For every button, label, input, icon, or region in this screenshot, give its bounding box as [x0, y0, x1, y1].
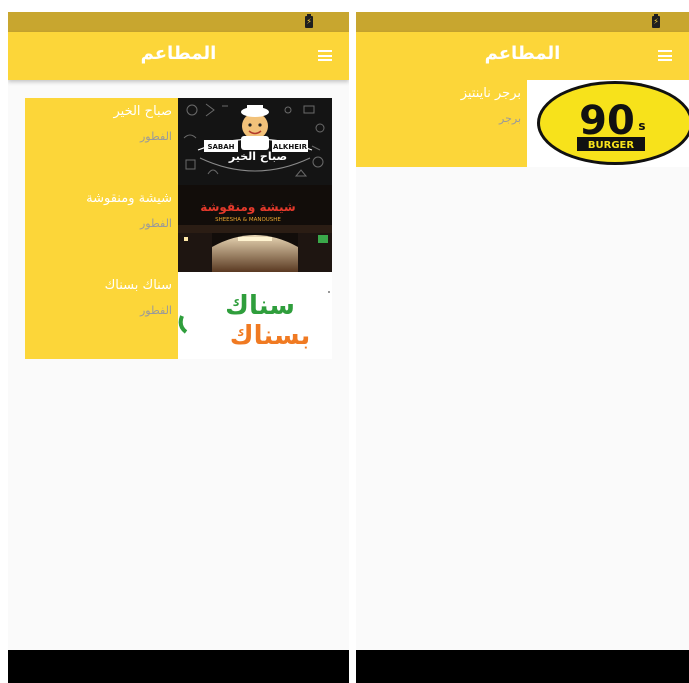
logo-suffix: s: [638, 119, 645, 133]
restaurant-category: الفطور: [140, 130, 172, 143]
restaurant-item-sheesha-manoushe[interactable]: شيشة ومنقوشة الفطور شيشة ومنقوشة SHEESHA…: [25, 185, 332, 272]
page-title: المطاعم: [484, 43, 561, 64]
logo-text: بسناك: [230, 321, 310, 351]
sign-text-arabic: شيشة ومنقوشة: [200, 200, 295, 215]
status-bar: [8, 12, 349, 32]
restaurant-info: صباح الخير الفطور: [25, 98, 178, 185]
restaurant-thumbnail: 90 s BURGER: [527, 80, 689, 167]
restaurant-name: سناك بسناك: [104, 278, 172, 293]
restaurant-info: شيشة ومنقوشة الفطور: [25, 185, 178, 272]
app-bar: المطاعم: [8, 32, 349, 80]
restaurant-list: صباح الخير الفطور SABAH ALKHEIR صباح الخ…: [25, 98, 332, 359]
left-screen: المطاعم صباح الخير الفطور: [8, 12, 349, 683]
hamburger-menu-icon[interactable]: [658, 50, 672, 61]
navigation-bar: [8, 650, 349, 683]
restaurant-info: برجر ناينتيز برجر: [356, 80, 527, 167]
restaurant-list: برجر ناينتيز برجر 90 s BURGER: [356, 80, 689, 167]
right-screen: المطاعم برجر ناينتيز برجر 90 s BURGER: [356, 12, 689, 683]
restaurant-category: الفطور: [140, 304, 172, 317]
restaurant-thumbnail: شيشة ومنقوشة SHEESHA & MANOUSHE: [178, 185, 332, 272]
restaurant-category: برجر: [499, 112, 521, 125]
battery-charging-icon: [305, 14, 313, 28]
battery-charging-icon: [652, 14, 660, 28]
restaurant-name: شيشة ومنقوشة: [86, 191, 172, 206]
restaurant-name: برجر ناينتيز: [460, 86, 521, 101]
logo-word: BURGER: [588, 140, 634, 151]
snack-bsnack-logo: سناك بسناك: [178, 272, 332, 359]
sabah-alkheir-logo: SABAH ALKHEIR صباح الخير: [183, 103, 325, 177]
sheesha-manoushe-storefront: شيشة ومنقوشة SHEESHA & MANOUSHE: [178, 185, 332, 272]
restaurant-item-sabah-alkheir[interactable]: صباح الخير الفطور SABAH ALKHEIR صباح الخ…: [25, 98, 332, 185]
restaurant-name: صباح الخير: [113, 104, 172, 119]
restaurant-thumbnail: SABAH ALKHEIR صباح الخير: [178, 98, 332, 185]
sign-text-english: SHEESHA & MANOUSHE: [215, 217, 281, 223]
restaurant-info: سناك بسناك الفطور: [25, 272, 178, 359]
90s-burger-logo: 90 s BURGER: [527, 80, 689, 167]
restaurant-thumbnail: سناك بسناك: [178, 272, 332, 359]
logo-text-arabic: صباح الخير: [228, 150, 287, 163]
hamburger-menu-icon[interactable]: [318, 50, 332, 61]
restaurant-item-90s-burger[interactable]: برجر ناينتيز برجر 90 s BURGER: [356, 80, 689, 167]
restaurant-item-snack-bsnack[interactable]: سناك بسناك الفطور سناك بسناك: [25, 272, 332, 359]
status-bar: [356, 12, 689, 32]
page-title: المطاعم: [140, 43, 217, 64]
restaurant-category: الفطور: [140, 217, 172, 230]
app-bar: المطاعم: [356, 32, 689, 80]
navigation-bar: [356, 650, 689, 683]
logo-text: سناك: [225, 291, 295, 321]
